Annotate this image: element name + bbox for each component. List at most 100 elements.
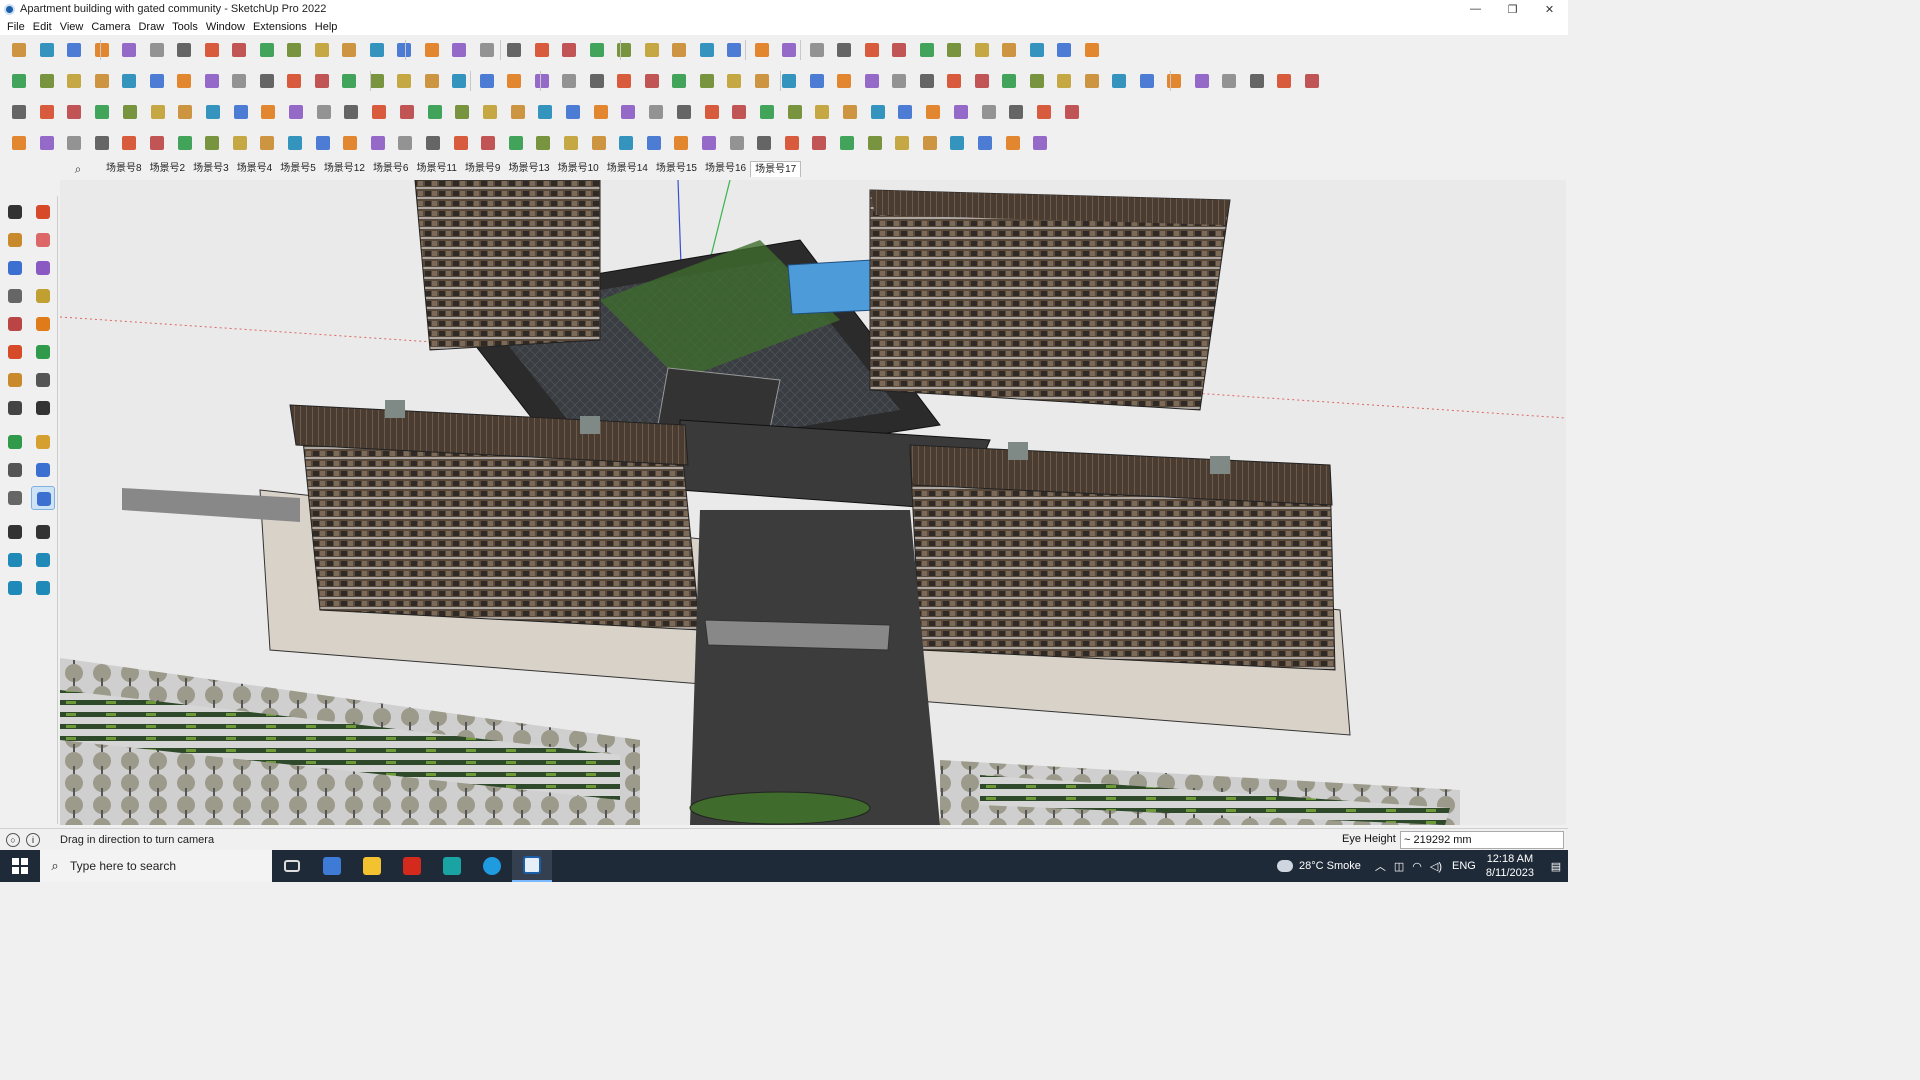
toolbar-tool-button[interactable]: [617, 101, 639, 123]
toolbar-tool-button[interactable]: [8, 39, 30, 61]
toolbar-tool-button[interactable]: [257, 101, 279, 123]
toolbar-tool-button[interactable]: [146, 132, 168, 154]
menu-tools[interactable]: Tools: [168, 21, 202, 33]
toolbar-tool-button[interactable]: [393, 39, 415, 61]
toolbar-tool-button[interactable]: [806, 39, 828, 61]
look-around-tool-button[interactable]: [31, 486, 55, 510]
toolbar-tool-button[interactable]: [477, 132, 499, 154]
toolbar-tool-button[interactable]: [450, 132, 472, 154]
menu-file[interactable]: File: [3, 21, 29, 33]
toolbar-tool-button[interactable]: [534, 101, 556, 123]
toolbar-tool-button[interactable]: [451, 101, 473, 123]
toolbar-tool-button[interactable]: [1061, 101, 1083, 123]
toolbar-tool-button[interactable]: [63, 101, 85, 123]
toolbar-tool-button[interactable]: [479, 101, 501, 123]
calculator-app[interactable]: [312, 850, 352, 882]
toolbar-tool-button[interactable]: [558, 39, 580, 61]
measurements-box[interactable]: ~ 219292 mm: [1400, 831, 1564, 849]
toolbar-tool-button[interactable]: [1053, 70, 1075, 92]
toolbar-tool-button[interactable]: [201, 39, 223, 61]
sketchup-taskbar-app[interactable]: [512, 850, 552, 882]
large-tool-button[interactable]: [31, 312, 55, 336]
wifi-icon[interactable]: ◠: [1412, 860, 1422, 873]
toolbar-tool-button[interactable]: [971, 70, 993, 92]
toolbar-tool-button[interactable]: [670, 132, 692, 154]
toolbar-tool-button[interactable]: [998, 70, 1020, 92]
large-tool-button[interactable]: [31, 200, 55, 224]
toolbar-tool-button[interactable]: [615, 132, 637, 154]
toolbar-tool-button[interactable]: [503, 70, 525, 92]
toolbar-tool-button[interactable]: [1026, 70, 1048, 92]
toolbar-tool-button[interactable]: [751, 70, 773, 92]
large-tool-button[interactable]: [3, 312, 27, 336]
toolbar-tool-button[interactable]: [340, 101, 362, 123]
acrobat-app[interactable]: [392, 850, 432, 882]
large-tool-button[interactable]: [3, 458, 27, 482]
toolbar-tool-button[interactable]: [888, 39, 910, 61]
toolbar-tool-button[interactable]: [63, 70, 85, 92]
large-tool-button[interactable]: [3, 340, 27, 364]
toolbar-tool-button[interactable]: [1029, 132, 1051, 154]
app-s-button[interactable]: [432, 850, 472, 882]
toolbar-tool-button[interactable]: [919, 132, 941, 154]
large-tool-button[interactable]: [31, 256, 55, 280]
toolbar-tool-button[interactable]: [998, 39, 1020, 61]
language-indicator[interactable]: ENG: [1452, 860, 1476, 872]
toolbar-tool-button[interactable]: [778, 70, 800, 92]
toolbar-tool-button[interactable]: [916, 70, 938, 92]
toolbar-tool-button[interactable]: [806, 70, 828, 92]
toolbar-tool-button[interactable]: [613, 70, 635, 92]
toolbar-tool-button[interactable]: [861, 70, 883, 92]
large-tool-button[interactable]: [3, 200, 27, 224]
toolbar-tool-button[interactable]: [922, 101, 944, 123]
toolbar-tool-button[interactable]: [1081, 70, 1103, 92]
notification-icon[interactable]: ▤: [1544, 860, 1568, 873]
toolbar-tool-button[interactable]: [118, 39, 140, 61]
scene-tab[interactable]: 场景号9: [461, 161, 505, 177]
taskbar-search[interactable]: ⌕ Type here to search: [40, 850, 272, 882]
toolbar-tool-button[interactable]: [1273, 70, 1295, 92]
large-tool-button[interactable]: [3, 486, 27, 510]
toolbar-tool-button[interactable]: [673, 101, 695, 123]
toolbar-tool-button[interactable]: [147, 101, 169, 123]
toolbar-tool-button[interactable]: [560, 132, 582, 154]
toolbar-tool-button[interactable]: [726, 132, 748, 154]
toolbar-tool-button[interactable]: [1081, 39, 1103, 61]
toolbar-tool-button[interactable]: [173, 39, 195, 61]
toolbar-tool-button[interactable]: [643, 132, 665, 154]
toolbar-tool-button[interactable]: [894, 101, 916, 123]
volume-icon[interactable]: ◁): [1430, 860, 1442, 873]
model-scene[interactable]: [60, 180, 1566, 825]
large-tool-button[interactable]: [31, 576, 55, 600]
toolbar-tool-button[interactable]: [1191, 70, 1213, 92]
toolbar-tool-button[interactable]: [201, 132, 223, 154]
toolbar-tool-button[interactable]: [781, 132, 803, 154]
toolbar-tool-button[interactable]: [422, 132, 444, 154]
toolbar-tool-button[interactable]: [784, 101, 806, 123]
toolbar-tool-button[interactable]: [701, 101, 723, 123]
toolbar-tool-button[interactable]: [285, 101, 307, 123]
toolbar-tool-button[interactable]: [641, 70, 663, 92]
toolbar-tool-button[interactable]: [613, 39, 635, 61]
toolbar-tool-button[interactable]: [448, 39, 470, 61]
toolbar-tool-button[interactable]: [531, 39, 553, 61]
scene-tab[interactable]: 场景号3: [189, 161, 233, 177]
toolbar-tool-button[interactable]: [8, 101, 30, 123]
clock[interactable]: 12:18 AM 8/11/2023: [1486, 852, 1534, 880]
toolbar-tool-button[interactable]: [668, 39, 690, 61]
large-tool-button[interactable]: [3, 396, 27, 420]
large-tool-button[interactable]: [3, 256, 27, 280]
info-icon[interactable]: i: [26, 832, 40, 847]
toolbar-tool-button[interactable]: [63, 39, 85, 61]
large-tool-button[interactable]: [3, 228, 27, 252]
scene-tab[interactable]: 场景号14: [603, 161, 652, 177]
toolbar-tool-button[interactable]: [174, 132, 196, 154]
toolbar-tool-button[interactable]: [1246, 70, 1268, 92]
scene-tab[interactable]: 场景号12: [320, 161, 369, 177]
menu-camera[interactable]: Camera: [87, 21, 134, 33]
toolbar-tool-button[interactable]: [971, 39, 993, 61]
toolbar-tool-button[interactable]: [641, 39, 663, 61]
toolbar-tool-button[interactable]: [1005, 101, 1027, 123]
toolbar-tool-button[interactable]: [256, 132, 278, 154]
toolbar-tool-button[interactable]: [118, 132, 140, 154]
